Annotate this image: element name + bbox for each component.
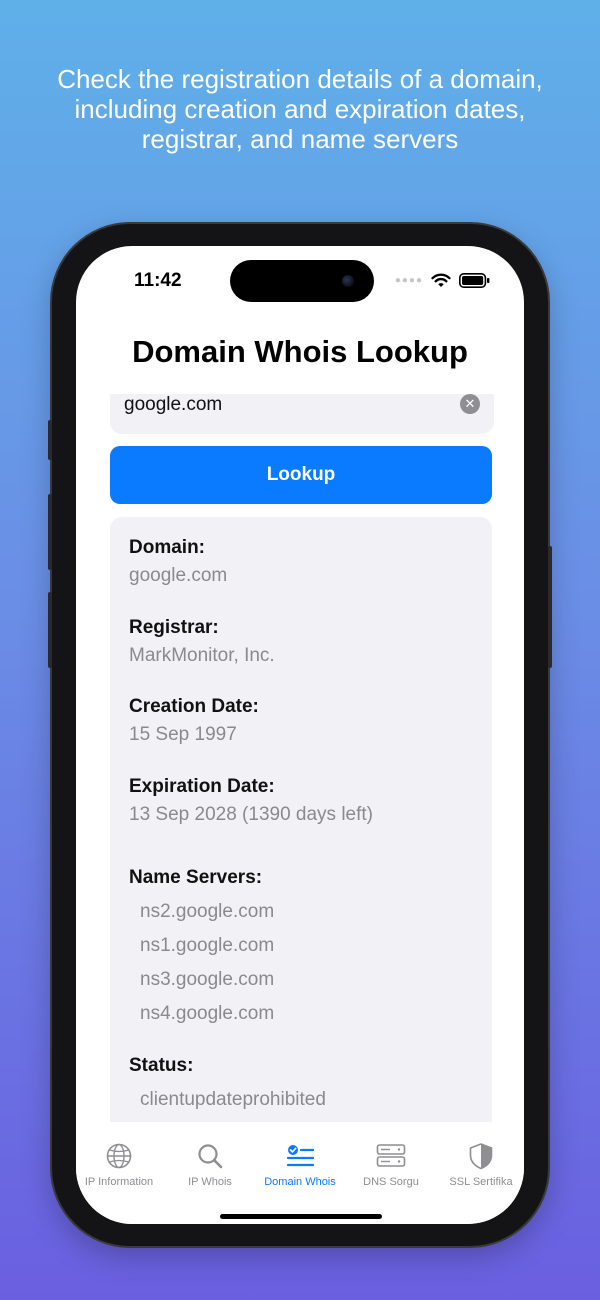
- tab-ssl-sertifika[interactable]: SSL Sertifika: [436, 1142, 524, 1188]
- app-screen: 11:42 ●●●● Domain Whois Lookup google.co…: [76, 246, 524, 1224]
- wifi-icon: [431, 273, 451, 287]
- name-servers-label: Name Servers:: [129, 867, 263, 888]
- home-indicator: [220, 1214, 382, 1219]
- status-label: Status:: [129, 1055, 194, 1076]
- tab-ip-whois[interactable]: IP Whois: [165, 1142, 255, 1188]
- clear-icon[interactable]: ✕: [460, 394, 480, 414]
- page-title: Domain Whois Lookup: [132, 334, 468, 369]
- creation-date-label: Creation Date:: [129, 696, 259, 717]
- battery-icon: [459, 273, 490, 288]
- phone-frame: 11:42 ●●●● Domain Whois Lookup google.co…: [48, 224, 552, 1246]
- checklist-icon: [286, 1145, 314, 1167]
- shield-icon: [469, 1143, 493, 1170]
- tab-label: IP Whois: [188, 1176, 232, 1188]
- expiration-date-label: Expiration Date:: [129, 776, 275, 797]
- search-input[interactable]: google.com: [124, 394, 222, 416]
- dynamic-island: [230, 260, 374, 302]
- server-icon: [376, 1144, 406, 1167]
- search-field[interactable]: google.com ✕: [110, 394, 494, 434]
- registrar-label: Registrar:: [129, 617, 219, 638]
- expiration-date-value: 13 Sep 2028 (1390 days left): [129, 804, 374, 825]
- tab-label: DNS Sorgu: [363, 1176, 419, 1188]
- status-time: 11:42: [134, 270, 182, 291]
- status-item: clientupdateprohibited: [140, 1089, 326, 1110]
- tab-ip-information[interactable]: IP Information: [76, 1142, 164, 1188]
- lookup-button[interactable]: Lookup: [110, 446, 492, 504]
- promo-headline: Check the registration details of a doma…: [57, 64, 543, 154]
- front-camera: [342, 275, 354, 287]
- tab-dns-sorgu[interactable]: DNS Sorgu: [346, 1142, 436, 1188]
- tab-label: IP Information: [84, 1176, 154, 1188]
- signal-icon: ●●●●: [394, 275, 423, 286]
- name-server-item: ns3.google.com: [140, 969, 275, 990]
- tab-label: Domain Whois: [264, 1176, 336, 1188]
- tab-label: SSL Sertifika: [449, 1176, 513, 1188]
- tab-bar: IP Information IP Whois Domain Whois DNS…: [76, 1124, 524, 1224]
- name-server-item: ns4.google.com: [140, 1003, 275, 1024]
- status-icons: ●●●●: [395, 273, 490, 288]
- globe-icon: [106, 1143, 132, 1169]
- whois-result-card: Domain: google.com Registrar: MarkMonito…: [110, 517, 492, 1122]
- domain-label: Domain:: [129, 537, 205, 558]
- name-server-item: ns2.google.com: [140, 901, 275, 922]
- tab-domain-whois[interactable]: Domain Whois: [255, 1142, 345, 1188]
- domain-value: google.com: [129, 565, 228, 586]
- name-server-item: ns1.google.com: [140, 935, 275, 956]
- registrar-value: MarkMonitor, Inc.: [129, 645, 275, 666]
- magnifier-icon: [198, 1144, 223, 1169]
- creation-date-value: 15 Sep 1997: [129, 724, 237, 745]
